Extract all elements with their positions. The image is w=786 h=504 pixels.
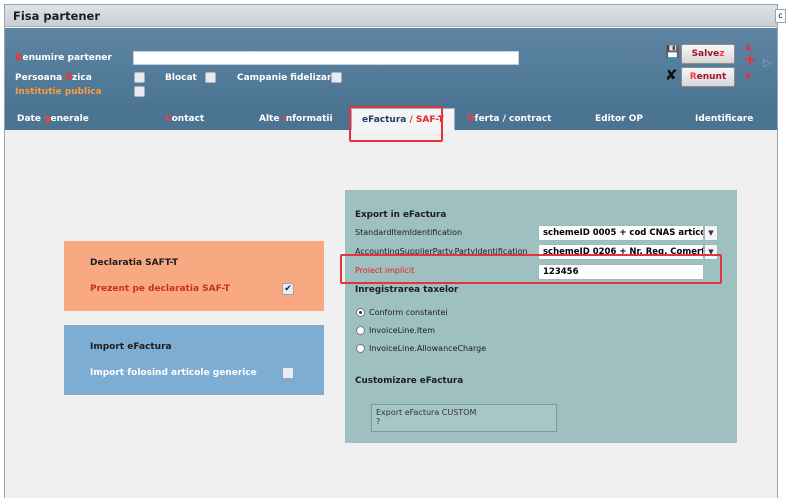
efactura-panel: Export in eFactura StandardItemIdentific… — [345, 190, 737, 443]
tab-alte-informatii[interactable]: Alte informatii — [259, 114, 333, 124]
tab-highlight-rect — [349, 106, 443, 142]
cancel-icon: ✘ — [665, 66, 678, 84]
radio-conform-constantei[interactable] — [356, 308, 365, 317]
custom-line-1: Export eFactura CUSTOM — [376, 408, 477, 417]
import-generice-checkbox[interactable] — [282, 367, 294, 379]
title-bar: Fisa partener — [5, 5, 777, 27]
import-efactura-title: Import eFactura — [90, 342, 172, 352]
persoana-fizica-checkbox[interactable] — [134, 72, 145, 83]
window-title: Fisa partener — [13, 9, 101, 23]
corner-button[interactable]: c — [775, 9, 786, 23]
radio-label-conform: Conform constantei — [369, 308, 448, 317]
custom-efactura-box[interactable]: Export eFactura CUSTOM ? — [371, 404, 557, 432]
saft-title: Declaratia SAFT-T — [90, 258, 179, 268]
institutie-publica-checkbox[interactable] — [134, 86, 145, 97]
denumire-input[interactable] — [133, 51, 519, 65]
campanie-fidelizare-label: Campanie fidelizare — [237, 73, 338, 83]
custom-line-2: ? — [376, 417, 381, 426]
standard-item-label: StandardItemIdentification — [355, 228, 463, 237]
tab-oferta-contract[interactable]: Oferta / contract — [467, 114, 551, 124]
next-icon[interactable]: ▷ — [763, 56, 771, 69]
denumire-label: Denumire partener — [15, 53, 112, 63]
partner-header: Denumire partener Persoana fizica Blocat… — [5, 28, 777, 110]
customizare-efactura-title: Customizare eFactura — [355, 376, 464, 386]
save-icon: 💾 — [665, 45, 680, 59]
radio-invoiceline-item[interactable] — [356, 326, 365, 335]
tab-identificare[interactable]: Identificare — [695, 114, 753, 124]
tab-date-generale[interactable]: Date generale — [17, 114, 89, 124]
save-button[interactable]: Salvez — [681, 44, 735, 64]
blocat-label: Blocat — [165, 73, 197, 83]
inregistrarea-taxelor-title: Inregistrarea taxelor — [355, 285, 459, 295]
proiect-highlight-rect — [340, 254, 722, 284]
prezent-declaratie-checkbox[interactable]: ✔ — [282, 283, 294, 295]
cancel-button[interactable]: Renunt — [681, 67, 735, 87]
institutie-publica-label: Institutie publica — [15, 87, 102, 97]
tab-content: Export in eFactura StandardItemIdentific… — [5, 130, 777, 498]
import-efactura-panel: Import eFactura Import folosind articole… — [64, 325, 324, 395]
prezent-declaratie-label: Prezent pe declaratia SAF-T — [90, 284, 231, 294]
add-icon[interactable]: + — [743, 52, 757, 69]
radio-invoiceline-allowance[interactable] — [356, 344, 365, 353]
import-generice-label: Import folosind articole generice — [90, 368, 257, 378]
tab-editor-op[interactable]: Editor OP — [595, 114, 643, 124]
standard-item-select[interactable]: schemeID 0005 + cod CNAS articol — [538, 225, 704, 241]
saft-panel: Declaratia SAFT-T Prezent pe declaratia … — [64, 241, 324, 311]
tab-contact[interactable]: Contact — [165, 114, 204, 124]
standard-item-dropdown-icon[interactable]: ▼ — [704, 225, 718, 241]
radio-label-allowance: InvoiceLine.AllowanceCharge — [369, 344, 487, 353]
partner-window: Fisa partener Denumire partener Persoana… — [4, 4, 778, 498]
radio-label-item: InvoiceLine.Item — [369, 326, 436, 335]
blocat-checkbox[interactable] — [205, 72, 216, 83]
export-efactura-title: Export in eFactura — [355, 210, 447, 220]
campanie-fidelizare-checkbox[interactable] — [331, 72, 342, 83]
arrow-down-icon[interactable]: ▼ — [745, 72, 751, 81]
persoana-fizica-label: Persoana fizica — [15, 73, 92, 83]
